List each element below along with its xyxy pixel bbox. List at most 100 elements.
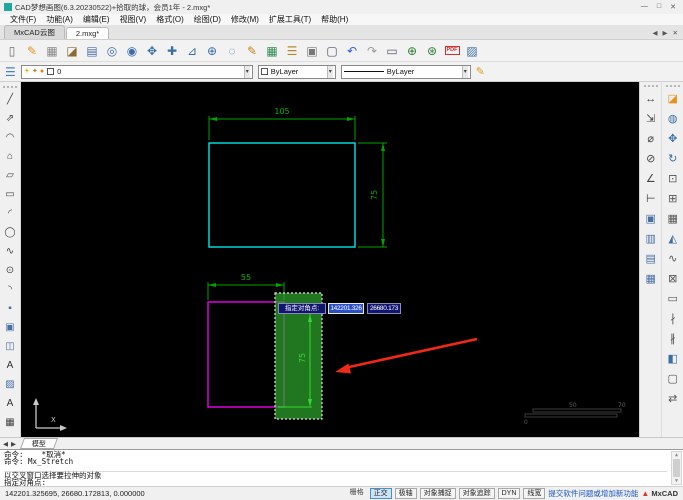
command-window[interactable]: 命令: *取消* 命令: Mx_Stretch 以交叉窗口选择要拉伸的对象 指定对角点… [0,449,683,486]
paste-objects-icon[interactable]: ▦ [641,269,661,289]
layer-combo-arrow-icon[interactable]: ▾ [243,65,250,78]
dim-aligned-icon[interactable]: ⇲ [641,109,661,129]
break-icon[interactable]: ∤ [663,309,683,329]
dim-leader-icon[interactable]: ⊢ [641,189,661,209]
text-style-icon[interactable]: ☰ [282,41,302,61]
open-icon[interactable]: ◪ [62,41,82,61]
layer-manager-icon[interactable]: ☰ [5,65,16,79]
region-icon[interactable]: ▢ [663,369,683,389]
toggle-dyn[interactable]: DYN [497,488,521,499]
tab-2mxg[interactable]: 2.mxg* [65,27,110,39]
menu-help[interactable]: 帮助(H) [316,14,353,25]
toggle-lineweight[interactable]: 线宽 [523,488,546,499]
menu-express-tools[interactable]: 扩展工具(T) [264,14,316,25]
tab-close-icon[interactable]: ✕ [673,29,678,37]
menu-modify[interactable]: 修改(M) [226,14,264,25]
tab-scroll-left-icon[interactable]: ◀ [653,29,658,37]
zoom-extents-icon[interactable]: ✥ [142,41,162,61]
menu-edit[interactable]: 编辑(E) [78,14,115,25]
save-icon[interactable]: ▦ [42,41,62,61]
pdf-export-icon[interactable]: PDF [442,41,462,61]
red-annotation-arrow[interactable] [335,337,478,374]
zoom-icon[interactable]: ◎ [102,41,122,61]
maximize-icon[interactable]: □ [657,3,661,11]
tab-model[interactable]: 模型 [19,438,59,449]
stretch-icon[interactable]: ⇄ [663,389,683,409]
scale-icon[interactable]: ⊡ [663,169,683,189]
mirror-icon[interactable]: ◭ [663,229,683,249]
copy-objects-icon[interactable]: ▤ [641,249,661,269]
color-combo[interactable]: ByLayer ▾ [257,64,336,79]
revcloud-icon[interactable]: ◝ [1,280,20,299]
pan-icon[interactable]: ✚ [162,41,182,61]
draw-order-icon[interactable]: ✎ [242,41,262,61]
tab-scroll-right-icon[interactable]: ▶ [663,29,668,37]
erase-icon[interactable]: ◪ [663,89,683,109]
zoom-dynamic-icon[interactable]: ⊿ [182,41,202,61]
image-icon[interactable]: ▨ [1,375,20,394]
linetype-combo[interactable]: ByLayer ▾ [340,64,471,79]
layout-next-icon[interactable]: ▶ [11,440,16,448]
close-icon[interactable]: ✕ [670,3,676,11]
linetype-combo-arrow-icon[interactable]: ▾ [461,65,468,78]
rectangle-icon[interactable]: ▭ [1,185,20,204]
copy-doc-icon[interactable]: ▣ [302,41,322,61]
text-icon[interactable]: A [1,356,20,375]
zoom-object-icon[interactable]: ⊕ [202,41,222,61]
zoom-window-icon[interactable]: ◉ [122,41,142,61]
rectangle-tool-icon[interactable]: ▭ [663,289,683,309]
magenta-rectangle[interactable] [207,301,285,408]
dyn-x-input[interactable]: 142201.326 [328,303,364,314]
offset-icon[interactable]: ⊞ [663,189,683,209]
print-icon[interactable]: ▭ [382,41,402,61]
copy-tool-icon[interactable]: ◍ [663,109,683,129]
polyline-icon[interactable]: ▱ [1,166,20,185]
dim-angular-icon[interactable]: ∠ [641,169,661,189]
toolbar-grip[interactable] [665,85,680,87]
move-icon[interactable]: ✥ [663,129,683,149]
block-icon[interactable]: ▣ [1,318,20,337]
ellipse-icon[interactable]: ⊙ [1,261,20,280]
web-publish-icon[interactable]: ⊛ [422,41,442,61]
dimension-55[interactable] [207,282,285,300]
array-icon[interactable]: ▦ [663,209,683,229]
menu-function[interactable]: 功能(A) [41,14,78,25]
dimension-105[interactable] [208,116,356,140]
menu-file[interactable]: 文件(F) [5,14,41,25]
menu-format[interactable]: 格式(O) [151,14,189,25]
draw-settings-icon[interactable]: ✎ [476,65,485,78]
layer-combo[interactable]: ☀ ✦ ● 0 ▾ [20,64,253,79]
menu-draw[interactable]: 绘图(D) [189,14,226,25]
tab-mxcad-cloud[interactable]: MxCAD云图 [4,25,65,39]
match-properties-icon[interactable]: ▥ [641,229,661,249]
box3d-icon[interactable]: ◧ [663,349,683,369]
explode-icon[interactable]: ⊠ [663,269,683,289]
rotate-icon[interactable]: ↻ [663,149,683,169]
undo-icon[interactable]: ↶ [342,41,362,61]
mtext-icon[interactable]: A [1,394,20,413]
feedback-link[interactable]: 提交软件问题或增加新功能 [548,488,638,499]
color-combo-arrow-icon[interactable]: ▾ [326,65,333,78]
dim-diameter-icon[interactable]: ⌀ [641,129,661,149]
layer-tools-icon[interactable]: ▣ [641,209,661,229]
point-icon[interactable]: ▪ [1,299,20,318]
toolbar-grip[interactable] [3,86,17,88]
web-icon[interactable]: ⊕ [402,41,422,61]
arc-3point-icon[interactable]: ◜ [1,204,20,223]
display-icon[interactable]: ▢ [322,41,342,61]
scroll-up-icon[interactable]: ▲ [675,452,678,458]
trim-icon[interactable]: ∦ [663,329,683,349]
fillet-icon[interactable]: ∿ [663,249,683,269]
layout-prev-icon[interactable]: ◀ [3,440,8,448]
new-file-icon[interactable]: ▯ [2,41,22,61]
toggle-ortho[interactable]: 正交 [369,488,392,499]
hatch-icon[interactable]: ▦ [1,413,20,432]
arc-icon[interactable]: ◠ [1,128,20,147]
command-scrollbar[interactable]: ▲ ▼ [671,451,682,485]
polygon-icon[interactable]: ⌂ [1,147,20,166]
scroll-down-icon[interactable]: ▼ [675,478,678,484]
circle-icon[interactable]: ◯ [1,223,20,242]
construction-line-icon[interactable]: ⇗ [1,109,20,128]
toggle-otrack[interactable]: 对象追踪 [458,488,495,499]
dim-linear-icon[interactable]: ↔ [641,89,661,109]
